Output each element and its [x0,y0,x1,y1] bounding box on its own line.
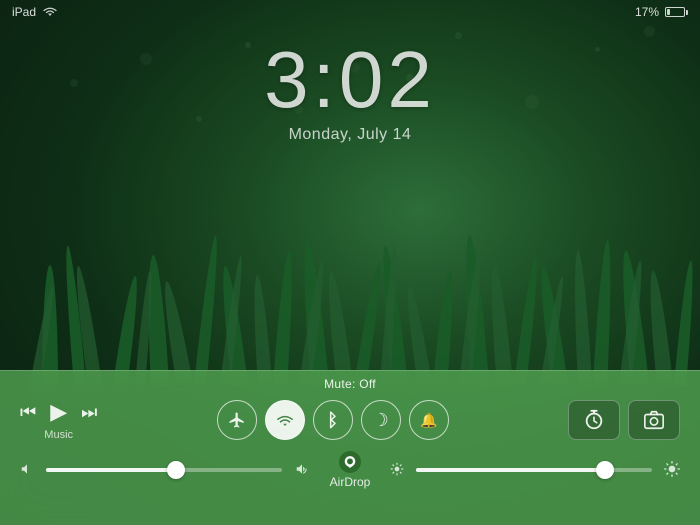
battery-percent-label: 17% [635,5,659,19]
volume-section [20,462,310,479]
wifi-status-icon [42,6,58,18]
clock-date: Monday, July 14 [289,126,412,144]
bluetooth-toggle[interactable]: ᛒ [313,400,353,440]
status-right: 17% [635,5,688,19]
battery-icon [665,7,688,17]
fast-forward-button[interactable]: ⏭ [81,402,97,423]
clock-time: 3:02 [264,40,436,120]
play-button[interactable]: ▶ [50,399,67,425]
volume-min-icon [20,462,34,479]
device-label: iPad [12,5,36,19]
airplane-mode-toggle[interactable] [217,400,257,440]
airdrop-section[interactable]: AirDrop [310,451,391,489]
app-section [568,400,680,440]
do-not-disturb-toggle[interactable]: ☽ [361,400,401,440]
volume-slider[interactable] [46,468,282,472]
camera-button[interactable] [628,400,680,440]
media-buttons: ⏮ ▶ ⏭ [20,399,97,425]
rewind-button[interactable]: ⏮ [20,402,36,423]
media-section: ⏮ ▶ ⏭ Music [20,399,97,441]
timer-button[interactable] [568,400,620,440]
brightness-section [390,461,680,480]
airdrop-icon [339,451,361,473]
status-left: iPad [12,5,58,19]
brightness-max-icon [664,461,680,480]
mute-status-label: Mute: Off [0,371,700,391]
status-bar: iPad 17% [0,0,700,24]
control-center: Mute: Off ⏮ ▶ ⏭ Music [0,370,700,525]
brightness-slider[interactable] [416,468,652,472]
rotation-lock-toggle[interactable]: 🔔 [409,400,449,440]
toggle-section: ᛒ ☽ 🔔 [217,400,449,440]
clock-area: 3:02 Monday, July 14 [0,40,700,144]
brightness-min-icon [390,462,404,479]
media-label: Music [44,429,73,441]
airdrop-label: AirDrop [330,475,371,489]
controls-row: ⏮ ▶ ⏭ Music ᛒ ☽ 🔔 [0,391,700,441]
volume-max-icon [294,462,310,479]
sliders-row: AirDrop [0,441,700,489]
wifi-toggle[interactable] [265,400,305,440]
